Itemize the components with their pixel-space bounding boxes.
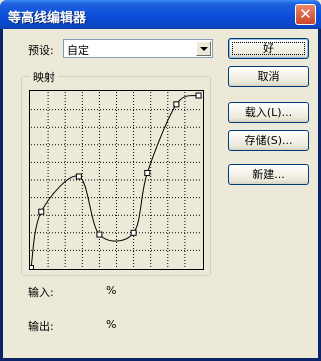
dialog-title: 等高线编辑器 <box>8 11 87 26</box>
close-button[interactable]: ✕ <box>295 4 316 25</box>
curve-control-point[interactable] <box>130 229 137 236</box>
preset-selected-value: 自定 <box>67 44 89 57</box>
dialog-body: 预设: 自定 映射 输入: % 输出: % 好 取消 载入(L)... 存储(S… <box>3 29 318 358</box>
close-icon: ✕ <box>299 5 312 23</box>
load-button-label: 载入(L)... <box>244 106 293 119</box>
ok-button-label: 好 <box>263 42 274 55</box>
curve-control-point[interactable] <box>195 92 202 99</box>
curve-control-point[interactable] <box>96 231 103 238</box>
curve-control-point[interactable] <box>144 169 151 176</box>
curve-control-point[interactable] <box>75 173 82 180</box>
save-button[interactable]: 存储(S)... <box>228 130 309 151</box>
curve-graph[interactable] <box>29 90 204 270</box>
input-value: % <box>106 284 117 297</box>
save-button-label: 存储(S)... <box>244 134 293 147</box>
cancel-button[interactable]: 取消 <box>228 66 309 87</box>
title-bar[interactable]: 等高线编辑器 ✕ <box>0 0 321 29</box>
cancel-button-label: 取消 <box>257 70 280 83</box>
mapping-group-label: 映射 <box>30 69 58 85</box>
chevron-down-icon[interactable] <box>196 41 211 56</box>
curve-control-point[interactable] <box>38 208 45 215</box>
ok-button[interactable]: 好 <box>228 38 309 59</box>
output-label: 输出: <box>28 320 54 333</box>
curve-control-point[interactable] <box>173 101 180 108</box>
new-button[interactable]: 新建... <box>228 164 309 185</box>
contour-curve[interactable] <box>30 95 199 269</box>
input-label: 输入: <box>28 286 54 299</box>
preset-label: 预设: <box>28 44 54 57</box>
new-button-label: 新建... <box>252 168 285 181</box>
output-value: % <box>106 318 117 331</box>
curve-control-point[interactable] <box>30 265 34 270</box>
preset-dropdown[interactable]: 自定 <box>63 39 213 58</box>
contour-editor-dialog: 等高线编辑器 ✕ 预设: 自定 映射 输入: % 输出: % 好 取消 载入(L… <box>0 0 321 361</box>
load-button[interactable]: 载入(L)... <box>228 102 309 123</box>
curve-canvas[interactable] <box>30 91 203 269</box>
